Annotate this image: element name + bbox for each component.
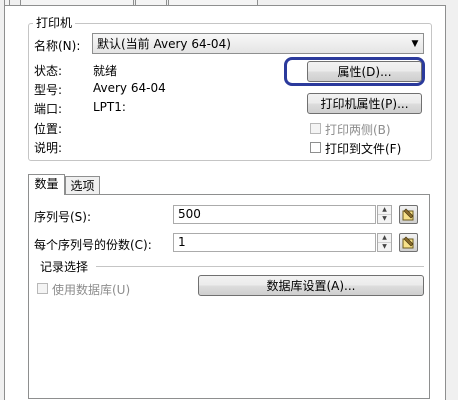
chevron-down-icon: ▼ xyxy=(411,38,419,49)
copies-label: 每个序列号的份数(C): xyxy=(34,238,152,252)
pick-glyph xyxy=(402,236,414,249)
spin-down-icon[interactable]: ▼ xyxy=(378,215,391,224)
print-to-file-checkbox[interactable] xyxy=(310,142,321,153)
spin-up-icon[interactable]: ▲ xyxy=(378,206,391,215)
location-label: 位置: xyxy=(34,122,63,136)
printer-group-legend: 打印机 xyxy=(33,14,76,31)
pick-icon[interactable] xyxy=(399,205,418,224)
printer-properties-button[interactable]: 打印机属性(P)... xyxy=(307,93,422,114)
model-value: Avery 64-04 xyxy=(93,81,166,95)
pick-icon[interactable] xyxy=(399,233,418,252)
window-edge xyxy=(446,0,458,399)
port-label: 端口: xyxy=(34,102,63,116)
printer-name-value: 默认(当前 Avery 64-04) xyxy=(97,37,231,51)
spin-arrows-icon[interactable]: ▲ ▼ xyxy=(377,205,392,224)
record-selection-legend: 记录选择 xyxy=(40,260,89,274)
status-value: 就绪 xyxy=(93,64,118,78)
database-settings-button[interactable]: 数据库设置(A)... xyxy=(198,275,424,296)
tab-quantity[interactable]: 数量 xyxy=(28,174,65,195)
serial-label: 序列号(S): xyxy=(34,210,92,224)
spin-arrows-icon[interactable]: ▲ ▼ xyxy=(377,233,392,252)
spin-up-icon[interactable]: ▲ xyxy=(378,234,391,243)
print-to-file-label: 打印到文件(F) xyxy=(325,142,402,156)
spin-down-icon[interactable]: ▼ xyxy=(378,243,391,252)
status-label: 状态: xyxy=(34,64,63,78)
model-label: 型号: xyxy=(34,83,63,97)
port-value: LPT1: xyxy=(93,100,126,114)
duplex-checkbox[interactable] xyxy=(310,123,321,134)
copies-input[interactable]: 1 xyxy=(173,233,376,252)
printer-name-combo[interactable]: 默认(当前 Avery 64-04) ▼ xyxy=(92,33,424,54)
pick-glyph xyxy=(402,208,414,221)
duplex-checkbox-label: 打印两侧(B) xyxy=(325,123,391,137)
use-database-checkbox[interactable] xyxy=(37,283,48,294)
printer-name-label: 名称(N): xyxy=(34,39,81,53)
serial-input[interactable]: 500 xyxy=(173,205,376,224)
record-selection-separator xyxy=(96,266,424,267)
tab-options[interactable]: 选项 xyxy=(65,176,100,195)
use-database-label: 使用数据库(U) xyxy=(52,283,131,297)
properties-button[interactable]: 属性(D)... xyxy=(307,61,422,82)
comment-label: 说明: xyxy=(34,141,63,155)
